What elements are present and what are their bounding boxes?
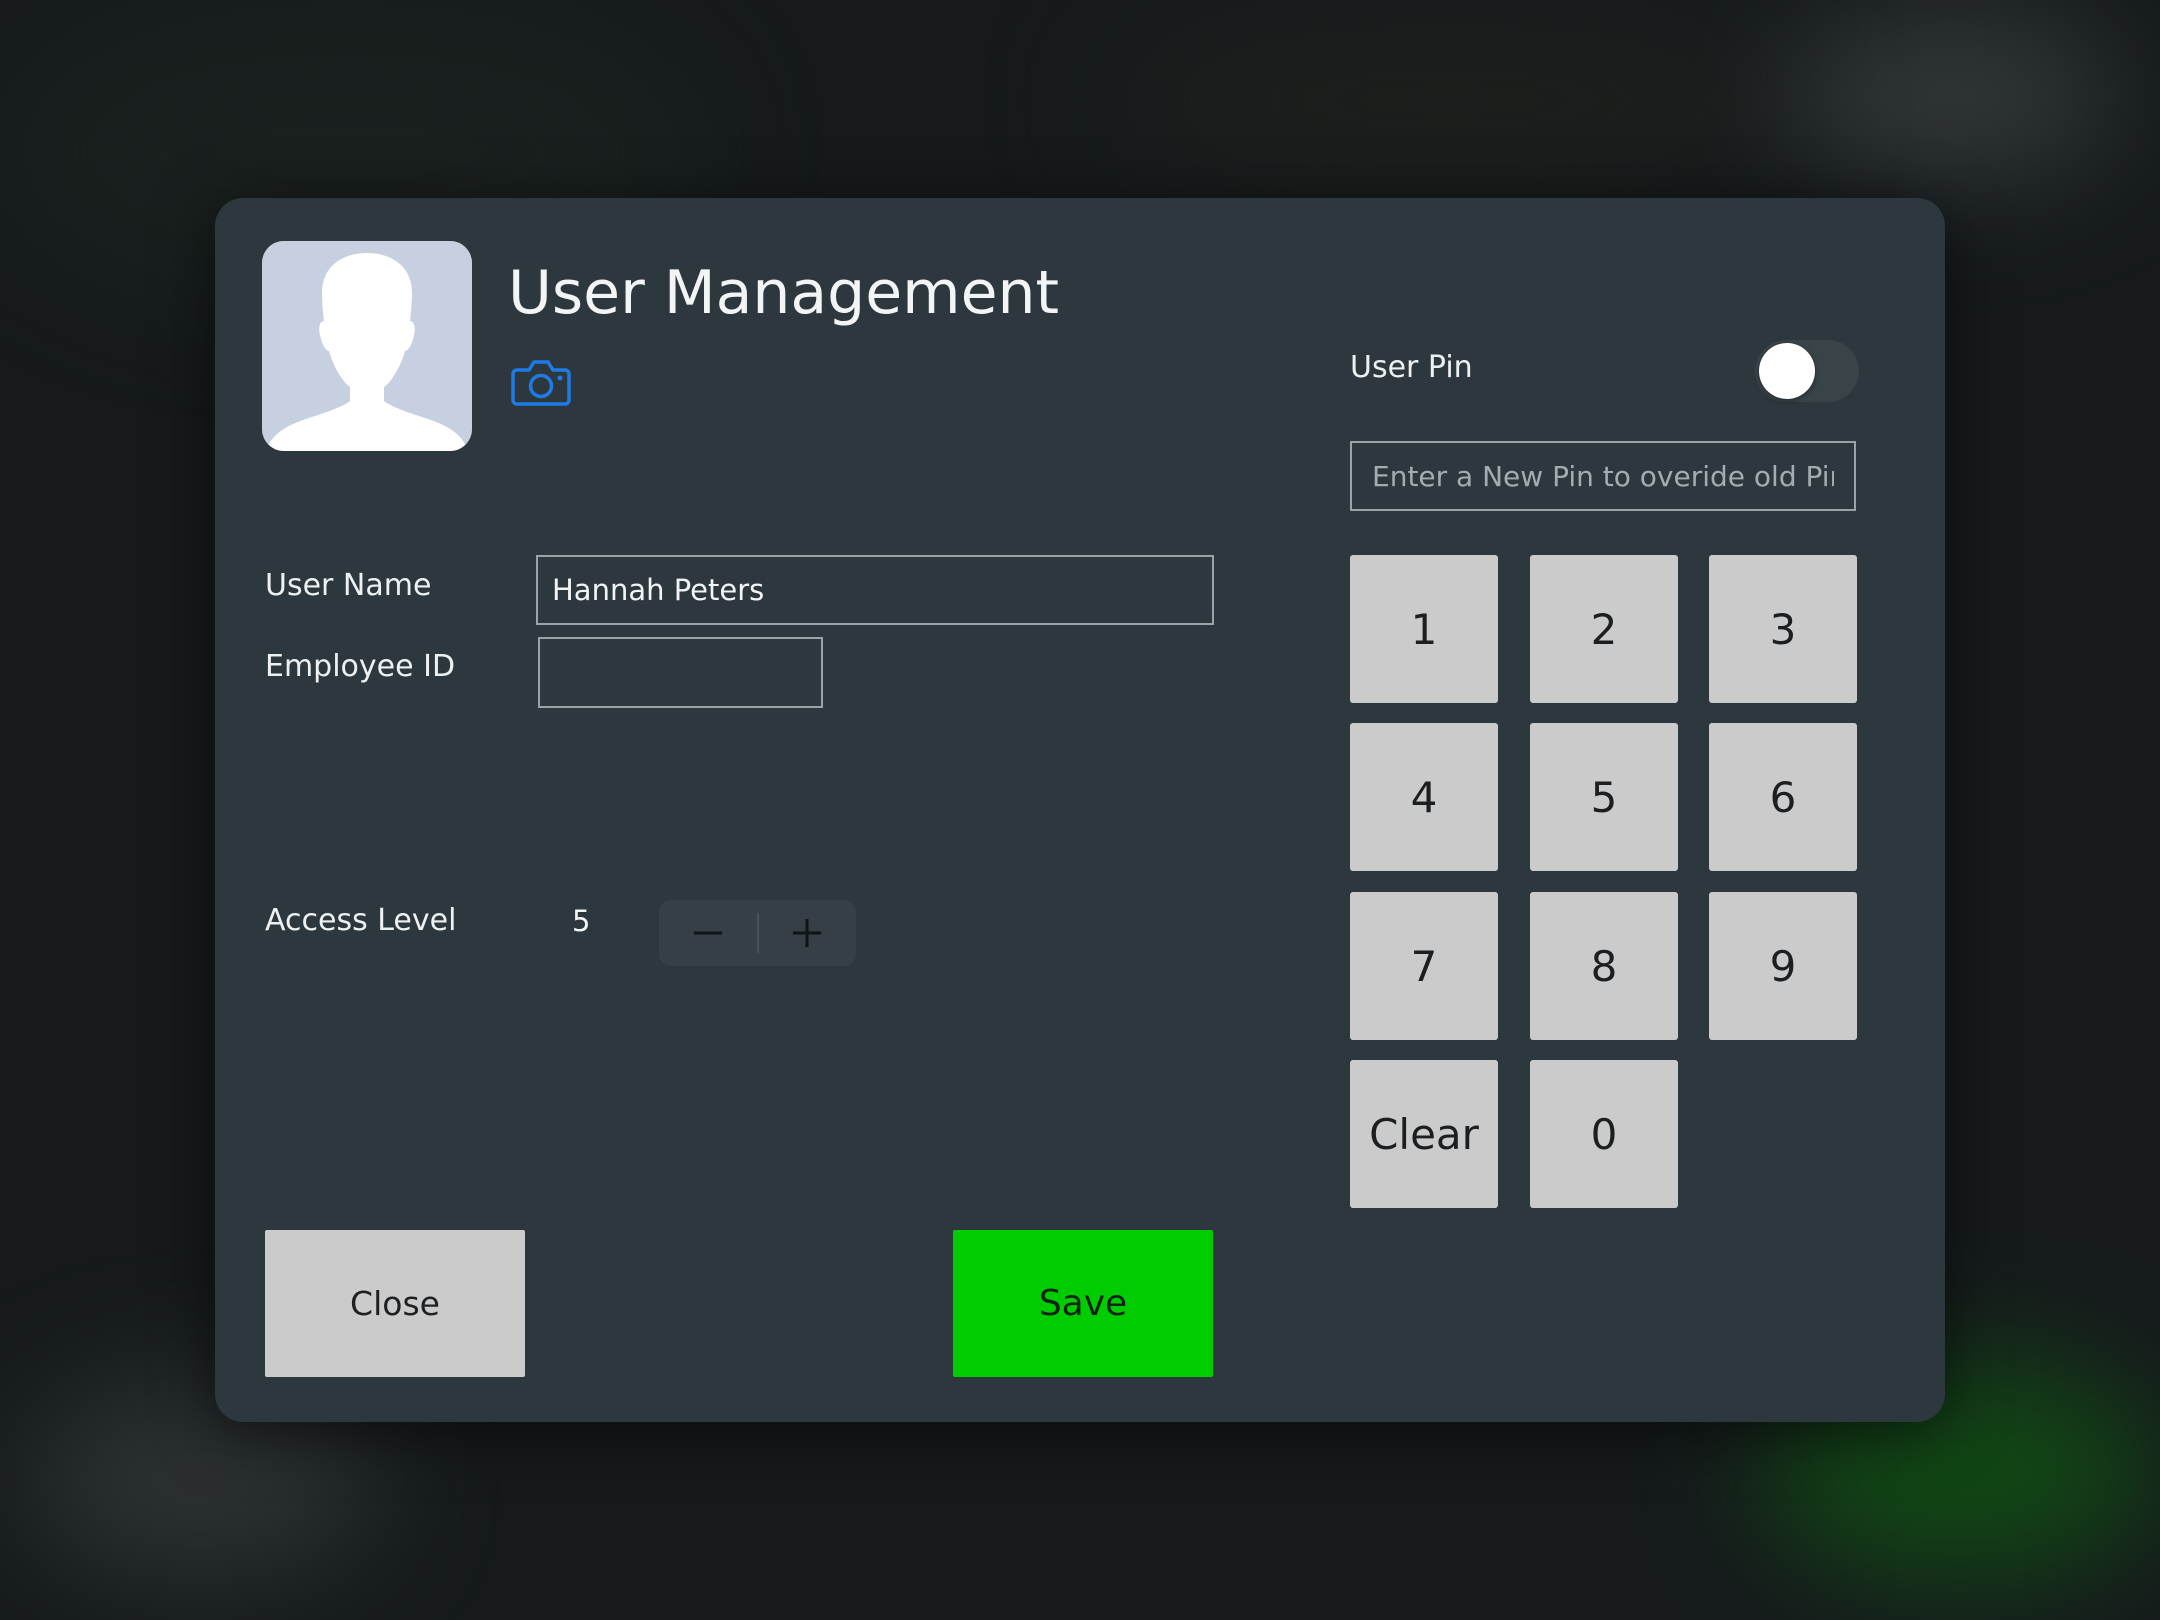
decrement-button[interactable] — [659, 900, 757, 966]
username-input[interactable] — [536, 555, 1214, 625]
keypad-2-button[interactable]: 2 — [1530, 555, 1678, 703]
keypad-5-button[interactable]: 5 — [1530, 723, 1678, 871]
user-pin-label: User Pin — [1350, 350, 1473, 385]
close-button[interactable]: Close — [265, 1230, 525, 1377]
keypad-9-button[interactable]: 9 — [1709, 892, 1857, 1040]
access-level-label: Access Level — [265, 903, 457, 938]
keypad-6-button[interactable]: 6 — [1709, 723, 1857, 871]
employee-id-label: Employee ID — [265, 649, 456, 684]
page-title: User Management — [508, 258, 1060, 328]
keypad-4-button[interactable]: 4 — [1350, 723, 1498, 871]
username-label: User Name — [265, 568, 432, 603]
keypad-clear-button[interactable]: Clear — [1350, 1060, 1498, 1208]
keypad-3-button[interactable]: 3 — [1709, 555, 1857, 703]
background-blur — [1100, 0, 1800, 200]
toggle-knob — [1759, 343, 1815, 399]
access-level-stepper — [659, 900, 856, 966]
user-management-dialog: User Management User Name Employee ID Ac… — [215, 198, 1945, 1422]
avatar[interactable] — [262, 241, 472, 451]
keypad-1-button[interactable]: 1 — [1350, 555, 1498, 703]
keypad-7-button[interactable]: 7 — [1350, 892, 1498, 1040]
minus-icon — [693, 931, 722, 935]
keypad-0-button[interactable]: 0 — [1530, 1060, 1678, 1208]
background-blur — [1780, 10, 2120, 180]
camera-icon[interactable] — [511, 358, 571, 406]
person-silhouette-icon — [262, 241, 472, 451]
pin-input[interactable] — [1350, 441, 1856, 511]
employee-id-input[interactable] — [538, 637, 823, 708]
user-pin-toggle[interactable] — [1755, 340, 1859, 402]
access-level-value: 5 — [572, 904, 591, 938]
save-button[interactable]: Save — [953, 1230, 1213, 1377]
increment-button[interactable] — [759, 900, 857, 966]
plus-icon — [793, 919, 822, 947]
keypad-8-button[interactable]: 8 — [1530, 892, 1678, 1040]
